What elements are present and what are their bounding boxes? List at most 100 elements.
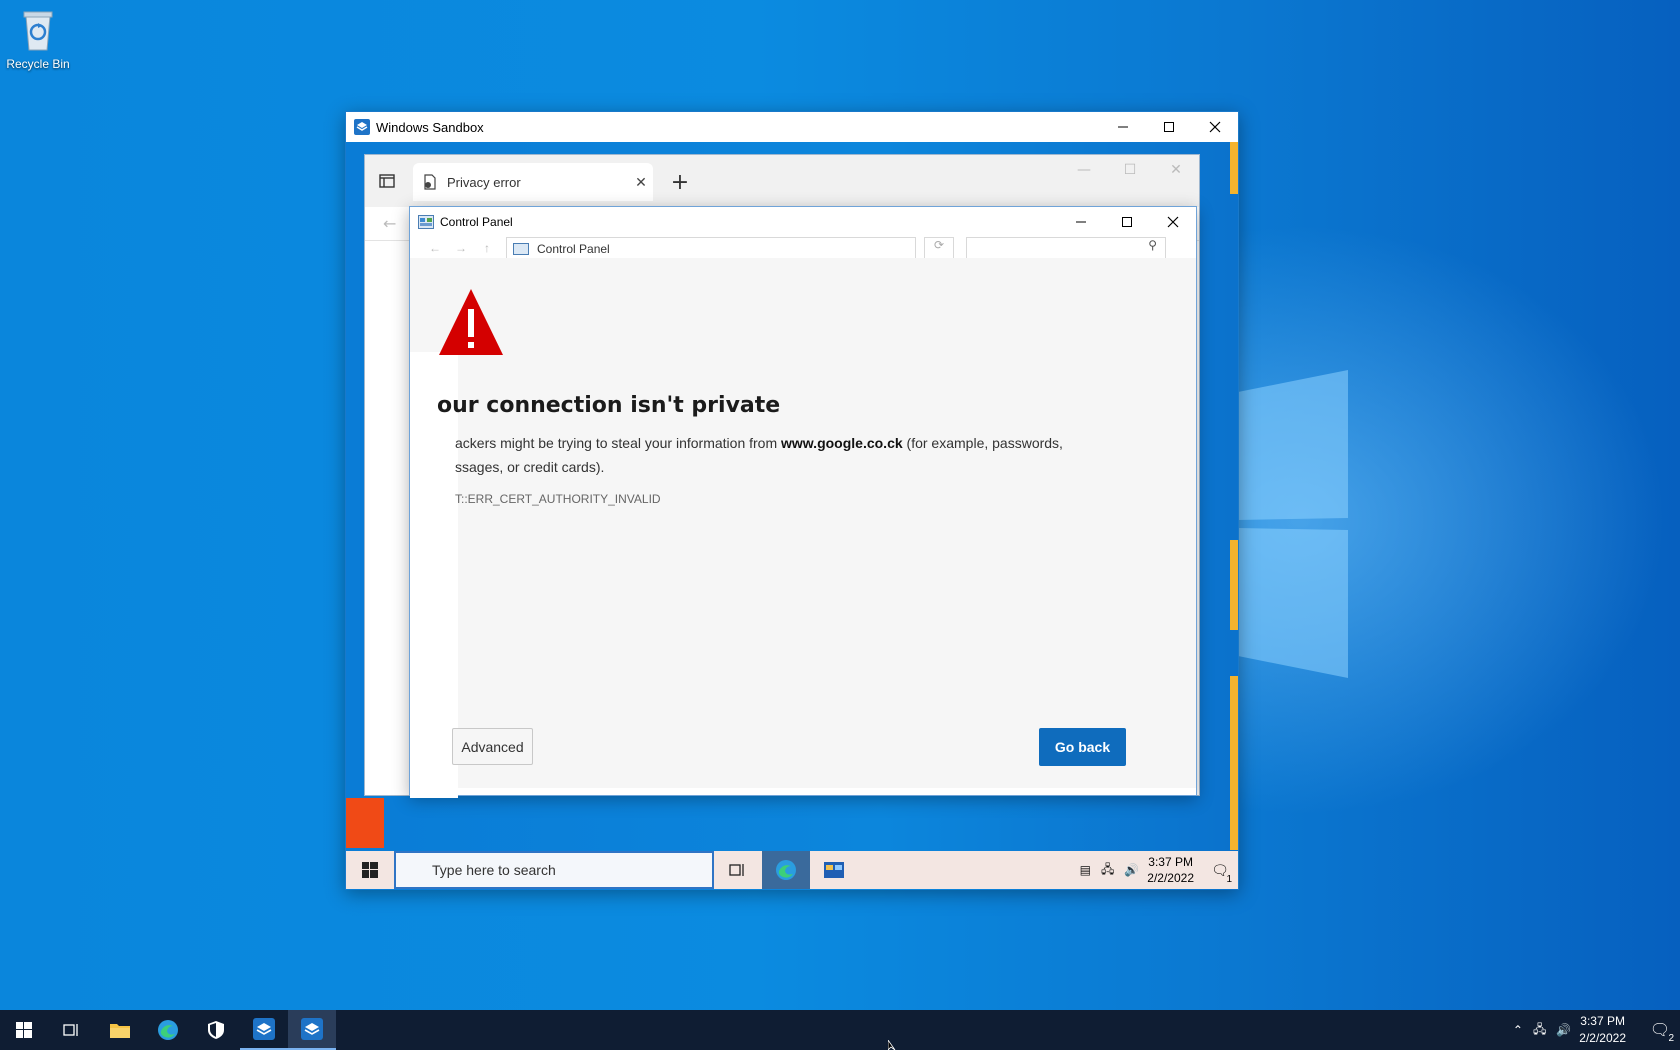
task-view-button[interactable] xyxy=(48,1010,96,1050)
clock-time: 3:37 PM xyxy=(1580,1014,1625,1028)
breadcrumb-text: Control Panel xyxy=(537,241,610,256)
sandbox-clock[interactable]: 3:37 PM 2/2/2022 xyxy=(1147,854,1194,886)
edge-taskbar-icon[interactable] xyxy=(762,851,810,889)
tab-privacy-error[interactable]: Privacy error ✕ xyxy=(413,163,653,201)
sandbox-system-tray: ▤ 🖧 🔊 xyxy=(1080,860,1140,881)
go-back-button[interactable]: Go back xyxy=(1039,728,1126,766)
render-artifact-strip xyxy=(410,352,458,798)
clock[interactable]: 3:37 PM 2/2/2022 xyxy=(1579,1013,1626,1047)
cp-search-box[interactable]: ⚲ xyxy=(966,237,1166,259)
volume-icon[interactable]: 🔊 xyxy=(1124,863,1139,877)
edge-strip-mid xyxy=(1230,540,1238,630)
nav-forward-icon[interactable]: → xyxy=(448,241,474,255)
minimize-icon xyxy=(1118,126,1128,128)
control-panel-titlebar[interactable]: Control Panel xyxy=(410,207,1196,237)
cp-maximize-button[interactable] xyxy=(1104,207,1150,237)
sandbox-icon xyxy=(301,1018,323,1040)
edge-button[interactable] xyxy=(144,1010,192,1050)
news-icon[interactable]: ▤ xyxy=(1080,863,1091,877)
control-panel-icon xyxy=(418,215,434,229)
privacy-error-page xyxy=(410,258,1196,788)
network-icon[interactable]: 🖧 xyxy=(1533,1020,1546,1041)
error-description: ackers might be trying to steal your inf… xyxy=(455,431,1105,479)
error-code: T::ERR_CERT_AUTHORITY_INVALID xyxy=(455,492,661,506)
volume-icon[interactable]: 🔊 xyxy=(1556,1023,1571,1037)
error-domain: www.google.co.ck xyxy=(781,435,903,451)
error-text-suffix: (for example, passwords, xyxy=(902,435,1063,451)
recycle-bin-label: Recycle Bin xyxy=(6,57,70,71)
sandbox-notification-count: 1 xyxy=(1226,874,1232,885)
error-text-prefix: ackers might be trying to steal your inf… xyxy=(455,435,782,451)
recycle-bin[interactable]: Recycle Bin xyxy=(6,8,70,71)
edge-caption-buttons: — ☐ ✕ xyxy=(1061,155,1199,185)
sandbox-time: 3:37 PM xyxy=(1148,855,1193,869)
sandbox-app-icon xyxy=(354,119,370,135)
sandbox-button-2[interactable] xyxy=(288,1010,336,1050)
control-panel-title: Control Panel xyxy=(440,215,513,229)
nav-back-icon[interactable]: ← xyxy=(422,241,448,255)
warning-icon xyxy=(439,289,503,355)
mouse-cursor xyxy=(888,1040,896,1050)
maximize-icon xyxy=(1122,217,1132,227)
tab-title: Privacy error xyxy=(447,174,521,190)
system-tray: ⌃ 🖧 🔊 xyxy=(1513,1020,1571,1041)
search-placeholder: Type here to search xyxy=(432,862,556,878)
action-center-button[interactable]: 🗨 2 xyxy=(1640,1010,1680,1050)
sandbox-titlebar[interactable]: Windows Sandbox xyxy=(346,112,1238,142)
edge-maximize-icon[interactable]: ☐ xyxy=(1107,155,1153,185)
recycle-bin-icon xyxy=(23,11,53,51)
task-view-icon xyxy=(63,1024,78,1036)
sandbox-button-1[interactable] xyxy=(240,1010,288,1050)
sandbox-icon xyxy=(253,1018,275,1040)
folder-icon xyxy=(110,1024,130,1038)
start-button[interactable] xyxy=(0,1010,48,1050)
close-button[interactable] xyxy=(1192,112,1238,142)
cp-minimize-button[interactable] xyxy=(1058,207,1104,237)
edge-tab-strip: Privacy error ✕ + — ☐ ✕ xyxy=(365,155,1199,207)
error-text-line2: ssages, or credit cards). xyxy=(455,459,605,475)
windows-start-icon xyxy=(16,1022,32,1038)
task-view-icon[interactable] xyxy=(714,851,762,889)
sandbox-taskbar: Type here to search ▤ 🖧 🔊 3:37 PM 2/2/20… xyxy=(346,851,1238,889)
tab-actions-icon[interactable] xyxy=(377,171,397,191)
tab-close-icon[interactable]: ✕ xyxy=(629,174,653,191)
cp-close-button[interactable] xyxy=(1150,207,1196,237)
host-taskbar: ⌃ 🖧 🔊 3:37 PM 2/2/2022 🗨 2 xyxy=(0,1010,1680,1050)
chevron-up-icon[interactable]: ⌃ xyxy=(1513,1023,1523,1037)
minimize-icon xyxy=(1076,221,1086,223)
control-panel-small-icon xyxy=(513,242,529,255)
network-icon[interactable]: 🖧 xyxy=(1101,860,1114,881)
file-explorer-button[interactable] xyxy=(96,1010,144,1050)
minimize-button[interactable] xyxy=(1100,112,1146,142)
close-icon xyxy=(1209,121,1221,133)
search-icon: ⚲ xyxy=(1148,238,1157,252)
notifications-icon: 🗨 xyxy=(1649,1022,1671,1039)
sandbox-title: Windows Sandbox xyxy=(376,119,484,135)
clock-date: 2/2/2022 xyxy=(1579,1031,1626,1045)
page-error-icon xyxy=(424,174,436,190)
sandbox-date: 2/2/2022 xyxy=(1147,871,1194,885)
refresh-icon[interactable]: ⟳ xyxy=(924,237,954,259)
error-heading: our connection isn't private xyxy=(437,393,781,418)
windows-start-icon xyxy=(362,862,378,878)
notification-count: 2 xyxy=(1668,1033,1674,1044)
security-button[interactable] xyxy=(192,1010,240,1050)
back-arrow-icon[interactable]: ← xyxy=(383,214,396,233)
edge-strip-bottom xyxy=(1230,676,1238,850)
edge-close-icon[interactable]: ✕ xyxy=(1153,155,1199,185)
edge-strip-top xyxy=(1230,142,1238,194)
advanced-button[interactable]: Advanced xyxy=(452,728,533,765)
edge-minimize-icon[interactable]: — xyxy=(1061,155,1107,185)
orange-artifact xyxy=(346,798,384,848)
control-panel-navbar: ← → ↑ Control Panel ⟳ ⚲ xyxy=(410,237,1196,259)
control-panel-taskbar-icon[interactable] xyxy=(810,851,858,889)
shield-icon xyxy=(208,1021,224,1039)
new-tab-button[interactable]: + xyxy=(665,167,695,197)
nav-up-icon[interactable]: ↑ xyxy=(474,241,500,255)
sandbox-start-button[interactable] xyxy=(346,851,394,889)
sandbox-notifications-icon[interactable]: 🗨 1 xyxy=(1202,851,1238,889)
edge-icon xyxy=(158,1020,178,1040)
maximize-button[interactable] xyxy=(1146,112,1192,142)
sandbox-search-box[interactable]: Type here to search xyxy=(394,851,714,889)
address-breadcrumb[interactable]: Control Panel xyxy=(506,237,916,259)
